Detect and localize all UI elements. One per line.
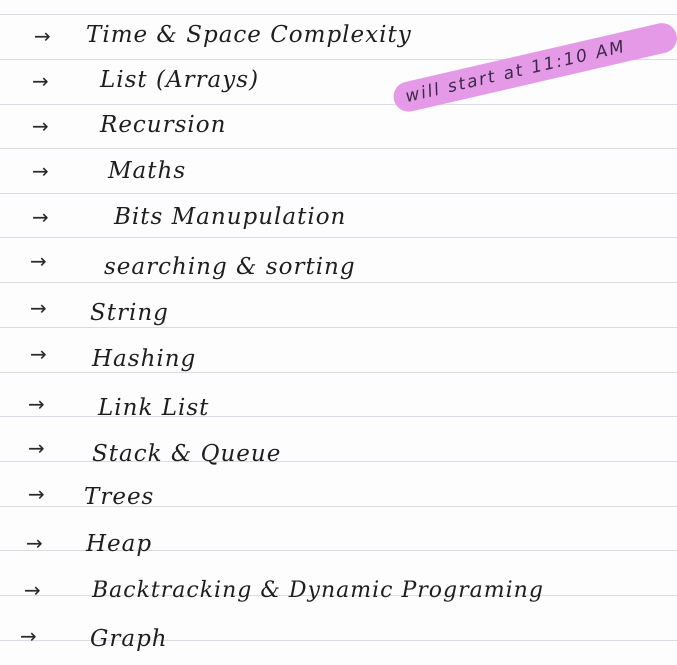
highlighted-note: will start at 11:10 AM [390, 20, 677, 115]
topic-label: String [90, 300, 169, 326]
topic-label: Hashing [92, 346, 197, 372]
ruled-line [0, 327, 677, 328]
ruled-line [0, 104, 677, 105]
arrow-icon: → [32, 205, 49, 229]
topic-label: searching & sorting [104, 254, 356, 280]
arrow-icon: → [28, 482, 45, 506]
topic-label: Trees [84, 484, 155, 510]
ruled-line [0, 14, 677, 15]
ruled-line [0, 237, 677, 238]
arrow-icon: → [24, 578, 41, 602]
arrow-icon: → [34, 24, 51, 48]
ruled-line [0, 372, 677, 373]
topic-label: Graph [90, 626, 168, 652]
arrow-icon: → [32, 159, 49, 183]
arrow-icon: → [32, 69, 49, 93]
arrow-icon: → [20, 624, 37, 648]
arrow-icon: → [30, 249, 47, 273]
arrow-icon: → [28, 436, 45, 460]
topic-label: Recursion [100, 112, 227, 138]
topic-label: Time & Space Complexity [86, 22, 412, 48]
start-time-note: will start at 11:10 AM [403, 36, 628, 108]
topic-label: Stack & Queue [92, 441, 282, 467]
topic-label: Backtracking & Dynamic Programing [92, 578, 544, 603]
arrow-icon: → [26, 531, 43, 555]
topic-label: List (Arrays) [100, 67, 260, 93]
topic-label: Bits Manupulation [114, 204, 347, 230]
topic-label: Maths [108, 158, 187, 184]
topic-label: Heap [86, 531, 153, 557]
arrow-icon: → [32, 114, 49, 138]
topic-label: Link List [98, 395, 210, 421]
arrow-icon: → [30, 342, 47, 366]
ruled-line [0, 193, 677, 194]
ruled-line [0, 282, 677, 283]
notebook-page: → Time & Space Complexity → List (Arrays… [0, 0, 677, 665]
arrow-icon: → [30, 296, 47, 320]
ruled-line [0, 148, 677, 149]
arrow-icon: → [28, 392, 45, 416]
